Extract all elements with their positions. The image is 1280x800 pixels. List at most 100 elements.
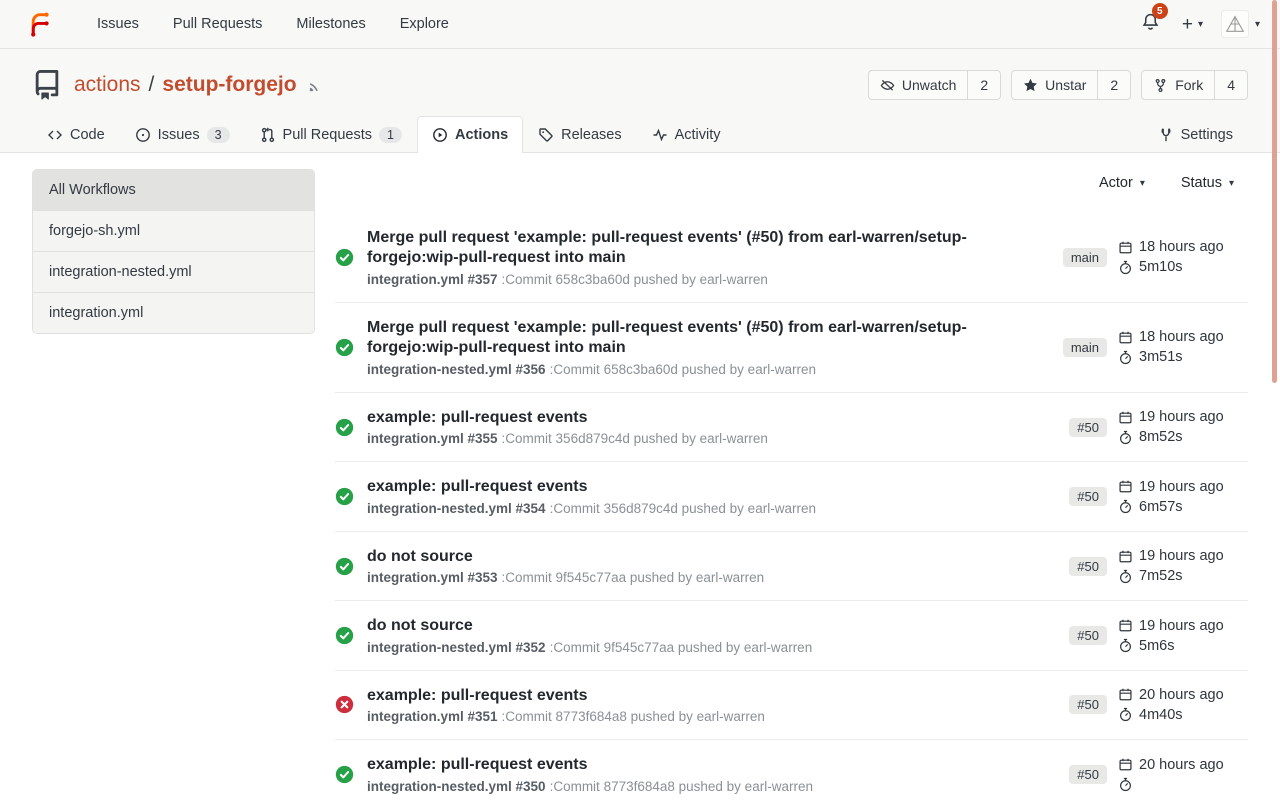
stopwatch-icon	[1118, 777, 1133, 792]
workflow-run-row[interactable]: example: pull-request events integration…	[335, 462, 1248, 531]
chevron-down-icon: ▾	[1229, 178, 1234, 189]
navbar-link[interactable]: Milestones	[279, 0, 382, 49]
play-circle-icon	[432, 127, 448, 143]
run-ref-badge[interactable]: #50	[1069, 626, 1107, 645]
run-time: 19 hours ago	[1139, 479, 1224, 495]
tab-code[interactable]: Code	[32, 116, 120, 153]
calendar-icon	[1118, 618, 1133, 633]
fork-button[interactable]: Fork 4	[1141, 70, 1248, 100]
actions-content: All Workflows forgejo-sh.yml integration…	[0, 153, 1280, 800]
run-title-link[interactable]: example: pull-request events	[367, 408, 992, 428]
calendar-icon	[1118, 757, 1133, 772]
stopwatch-icon	[1118, 260, 1133, 275]
workflows-sidebar: All Workflows forgejo-sh.yml integration…	[32, 169, 315, 334]
status-filter-dropdown[interactable]: Status ▾	[1181, 175, 1234, 191]
rss-icon[interactable]	[307, 77, 324, 94]
runs-main: Actor ▾ Status ▾	[335, 169, 1248, 800]
run-meta: #50 20 hours ago	[1069, 757, 1244, 792]
workflow-runs-list: Merge pull request 'example: pull-reques…	[335, 213, 1248, 800]
chevron-down-icon: ▾	[1140, 178, 1145, 189]
forgejo-logo-icon[interactable]	[26, 9, 56, 39]
star-count[interactable]: 2	[1097, 71, 1130, 99]
workflow-run-row[interactable]: example: pull-request events integration…	[335, 671, 1248, 740]
stopwatch-icon	[1118, 350, 1133, 365]
unstar-button[interactable]: Unstar 2	[1011, 70, 1131, 100]
navbar-link[interactable]: Issues	[80, 0, 156, 49]
run-filters: Actor ▾ Status ▾	[335, 169, 1248, 191]
workflow-run-row[interactable]: example: pull-request events integration…	[335, 393, 1248, 462]
check-circle-icon	[335, 557, 354, 576]
workflow-run-row[interactable]: Merge pull request 'example: pull-reques…	[335, 213, 1248, 303]
run-commit-info: :Commit 9f545c77aa pushed by earl-warren	[502, 570, 765, 585]
tab-label: Actions	[455, 127, 508, 143]
run-ref-badge[interactable]: #50	[1069, 695, 1107, 714]
sidebar-workflow-item[interactable]: integration-nested.yml	[33, 252, 314, 293]
run-title-link[interactable]: do not source	[367, 547, 992, 567]
run-ref-badge[interactable]: #50	[1069, 765, 1107, 784]
run-title-link[interactable]: example: pull-request events	[367, 755, 992, 775]
run-ref-badge[interactable]: main	[1063, 338, 1107, 357]
breadcrumb-separator: /	[149, 73, 155, 97]
tab-releases[interactable]: Releases	[523, 116, 636, 153]
scrollbar-thumb[interactable]	[1272, 0, 1277, 383]
run-title-link[interactable]: example: pull-request events	[367, 686, 992, 706]
run-workflow-ref: integration-nested.yml #354	[367, 501, 546, 516]
sidebar-workflow-item[interactable]: integration.yml	[33, 293, 314, 333]
run-time: 18 hours ago	[1139, 239, 1224, 255]
tab-actions[interactable]: Actions	[417, 116, 523, 153]
issues-count-badge: 3	[207, 127, 230, 143]
run-ref-badge[interactable]: main	[1063, 248, 1107, 267]
run-ref-badge[interactable]: #50	[1069, 557, 1107, 576]
repo-name-link[interactable]: setup-forgejo	[162, 73, 296, 97]
tab-settings[interactable]: Settings	[1143, 116, 1248, 153]
run-ref-badge[interactable]: #50	[1069, 487, 1107, 506]
run-title-link[interactable]: example: pull-request events	[367, 477, 992, 497]
navbar-link[interactable]: Pull Requests	[156, 0, 279, 49]
calendar-icon	[1118, 330, 1133, 345]
check-circle-icon	[335, 418, 354, 437]
code-icon	[47, 127, 63, 143]
watch-count[interactable]: 2	[967, 71, 1000, 99]
run-info: Merge pull request 'example: pull-reques…	[367, 228, 1063, 287]
run-duration: 5m6s	[1139, 638, 1174, 654]
user-menu-button[interactable]: ▾	[1221, 10, 1260, 38]
run-meta: main 18 hours ago	[1063, 329, 1244, 365]
sidebar-workflow-item[interactable]: forgejo-sh.yml	[33, 211, 314, 252]
workflow-run-row[interactable]: Merge pull request 'example: pull-reques…	[335, 303, 1248, 393]
tab-activity[interactable]: Activity	[637, 116, 736, 153]
run-title-link[interactable]: Merge pull request 'example: pull-reques…	[367, 228, 992, 269]
run-subtitle: integration-nested.yml #350 :Commit 8773f…	[367, 779, 1053, 794]
notifications-button[interactable]: 5	[1137, 8, 1164, 40]
issue-opened-icon	[135, 127, 151, 143]
run-commit-info: :Commit 356d879c4d pushed by earl-warren	[502, 431, 768, 446]
calendar-icon	[1118, 687, 1133, 702]
unstar-label: Unstar	[1045, 77, 1086, 93]
workflow-run-row[interactable]: example: pull-request events integration…	[335, 740, 1248, 800]
tab-label: Pull Requests	[283, 127, 372, 143]
fork-count[interactable]: 4	[1214, 71, 1247, 99]
stopwatch-icon	[1118, 569, 1133, 584]
tools-icon	[1158, 127, 1174, 143]
run-meta: #50 19 hours ago	[1069, 409, 1244, 445]
actor-filter-dropdown[interactable]: Actor ▾	[1099, 175, 1145, 191]
run-title-link[interactable]: do not source	[367, 616, 992, 636]
fork-icon	[1153, 78, 1168, 93]
workflow-run-row[interactable]: do not source integration-nested.yml #35…	[335, 601, 1248, 670]
create-new-button[interactable]: + ▾	[1182, 15, 1203, 34]
tab-pull-requests[interactable]: Pull Requests 1	[245, 116, 417, 153]
unwatch-button[interactable]: Unwatch 2	[868, 70, 1001, 100]
tab-issues[interactable]: Issues 3	[120, 116, 245, 153]
eye-slash-icon	[880, 78, 895, 93]
check-circle-icon	[335, 338, 354, 357]
run-meta: main 18 hours ago	[1063, 239, 1244, 275]
run-meta: #50 19 hours ago	[1069, 618, 1244, 654]
run-title-link[interactable]: Merge pull request 'example: pull-reques…	[367, 318, 992, 359]
workflow-run-row[interactable]: do not source integration.yml #353:Commi…	[335, 532, 1248, 601]
sidebar-workflow-item[interactable]: All Workflows	[33, 170, 314, 211]
run-commit-info: :Commit 8773f684a8 pushed by earl-warren	[550, 779, 813, 794]
navbar-link[interactable]: Explore	[383, 0, 466, 49]
notification-count-badge: 5	[1152, 3, 1168, 19]
run-workflow-ref: integration-nested.yml #350	[367, 779, 546, 794]
run-ref-badge[interactable]: #50	[1069, 418, 1107, 437]
repo-owner-link[interactable]: actions	[74, 73, 141, 97]
